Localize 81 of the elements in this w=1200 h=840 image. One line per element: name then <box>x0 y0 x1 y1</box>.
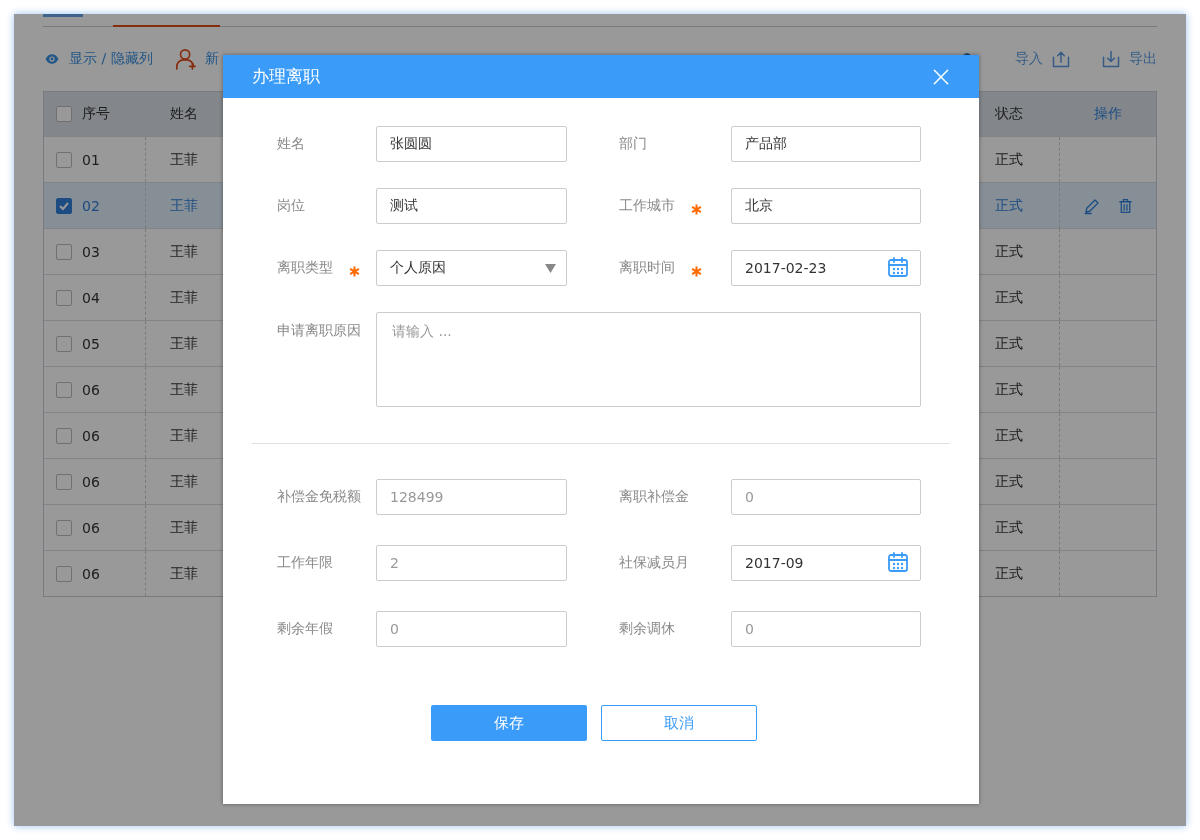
field-label: 离职时间 <box>619 259 675 277</box>
table-cell-text: 正式 <box>994 196 1024 215</box>
table-cell-text: 王菲 <box>169 150 199 169</box>
checkbox[interactable] <box>56 151 72 168</box>
table-cell-text: 正式 <box>994 426 1024 445</box>
checkbox[interactable] <box>56 289 72 306</box>
download-icon <box>1101 49 1121 69</box>
checkbox[interactable] <box>56 473 72 490</box>
checkbox[interactable] <box>56 519 72 536</box>
checkbox[interactable] <box>56 243 72 260</box>
person-add-icon <box>174 47 197 71</box>
table-cell-text: 正式 <box>994 334 1024 353</box>
table-cell-text: 王菲 <box>169 288 199 307</box>
field-label: 岗位 <box>277 197 305 215</box>
table-cell-text: 王菲 <box>169 380 199 399</box>
eye-icon <box>43 52 61 66</box>
table-cell-text: 王菲 <box>169 196 199 215</box>
text-area[interactable]: 请输入 ... <box>376 312 921 407</box>
toolbar-button[interactable]: 新 <box>174 47 219 71</box>
dropdown-caret-icon <box>545 263 556 273</box>
table-cell: 02 <box>82 197 100 214</box>
dialog-title: 办理离职 <box>252 65 320 88</box>
field-label: 剩余年假 <box>277 620 333 638</box>
table-cell: 06 <box>82 565 100 582</box>
select-field[interactable]: 个人原因 <box>376 250 567 286</box>
cancel-button[interactable]: 取消 <box>601 705 757 741</box>
calendar-icon <box>886 254 910 279</box>
table-cell-text: 王菲 <box>169 518 199 537</box>
table-cell-text: 王菲 <box>169 242 199 261</box>
checkbox[interactable] <box>56 427 72 444</box>
table-cell-text: 正式 <box>994 518 1024 537</box>
field-label: 部门 <box>619 135 647 153</box>
column-header: 姓名 <box>169 105 199 123</box>
field-label: 姓名 <box>277 135 305 153</box>
table-cell-text: 王菲 <box>169 426 199 445</box>
column-header: 操作 <box>1093 105 1122 123</box>
save-button[interactable]: 保存 <box>431 705 587 741</box>
field-label: 离职补偿金 <box>619 488 689 506</box>
checkbox[interactable] <box>56 106 72 122</box>
field-label: 离职类型 <box>277 259 333 277</box>
table-cell: 03 <box>82 243 100 260</box>
input-field[interactable]: 产品部 <box>731 126 921 162</box>
table-cell-text: 正式 <box>994 242 1024 261</box>
table-cell-text: 正式 <box>994 564 1024 583</box>
checkbox[interactable] <box>56 381 72 398</box>
date-field[interactable]: 2017-02-23 <box>731 250 921 286</box>
upload-icon <box>1051 49 1071 69</box>
table-cell: 06 <box>82 519 100 536</box>
field-label: 剩余调休 <box>619 620 675 638</box>
table-cell-text: 正式 <box>994 150 1024 169</box>
table-cell-text: 正式 <box>994 288 1024 307</box>
table-cell: 06 <box>82 473 100 490</box>
checkbox[interactable] <box>56 197 72 214</box>
table-cell-text: 王菲 <box>169 472 199 491</box>
table-cell-text: 正式 <box>994 380 1024 399</box>
table-cell-text: 王菲 <box>169 334 199 353</box>
table-cell-text: 王菲 <box>169 564 199 583</box>
table-cell: 05 <box>82 335 100 352</box>
input-field[interactable]: 北京 <box>731 188 921 224</box>
field-label: 社保减员月 <box>619 554 689 572</box>
field-label: 工作城市 <box>619 197 675 215</box>
field-label: 申请离职原因 <box>277 322 361 340</box>
toolbar-button[interactable]: 导出 <box>1101 49 1157 69</box>
column-header: 状态 <box>994 105 1024 123</box>
field-label: 工作年限 <box>277 554 333 572</box>
table-cell: 04 <box>82 289 100 306</box>
table-cell: 01 <box>82 151 100 168</box>
table-cell: 06 <box>82 381 100 398</box>
checkbox[interactable] <box>56 335 72 352</box>
field-label: 补偿金免税额 <box>277 488 361 506</box>
table-cell-text: 正式 <box>994 472 1024 491</box>
toolbar-button[interactable]: 导入 <box>1015 49 1071 69</box>
checkbox[interactable] <box>56 565 72 582</box>
table-cell: 06 <box>82 427 100 444</box>
trash-icon <box>1116 196 1134 215</box>
calendar-icon <box>886 549 910 574</box>
input-field[interactable]: 张圆圆 <box>376 126 567 162</box>
input-field[interactable]: 测试 <box>376 188 567 224</box>
date-field[interactable]: 2017-09 <box>731 545 921 581</box>
column-header: 序号 <box>82 105 110 123</box>
toolbar-button[interactable]: 显示 / 隐藏列 <box>43 50 153 68</box>
